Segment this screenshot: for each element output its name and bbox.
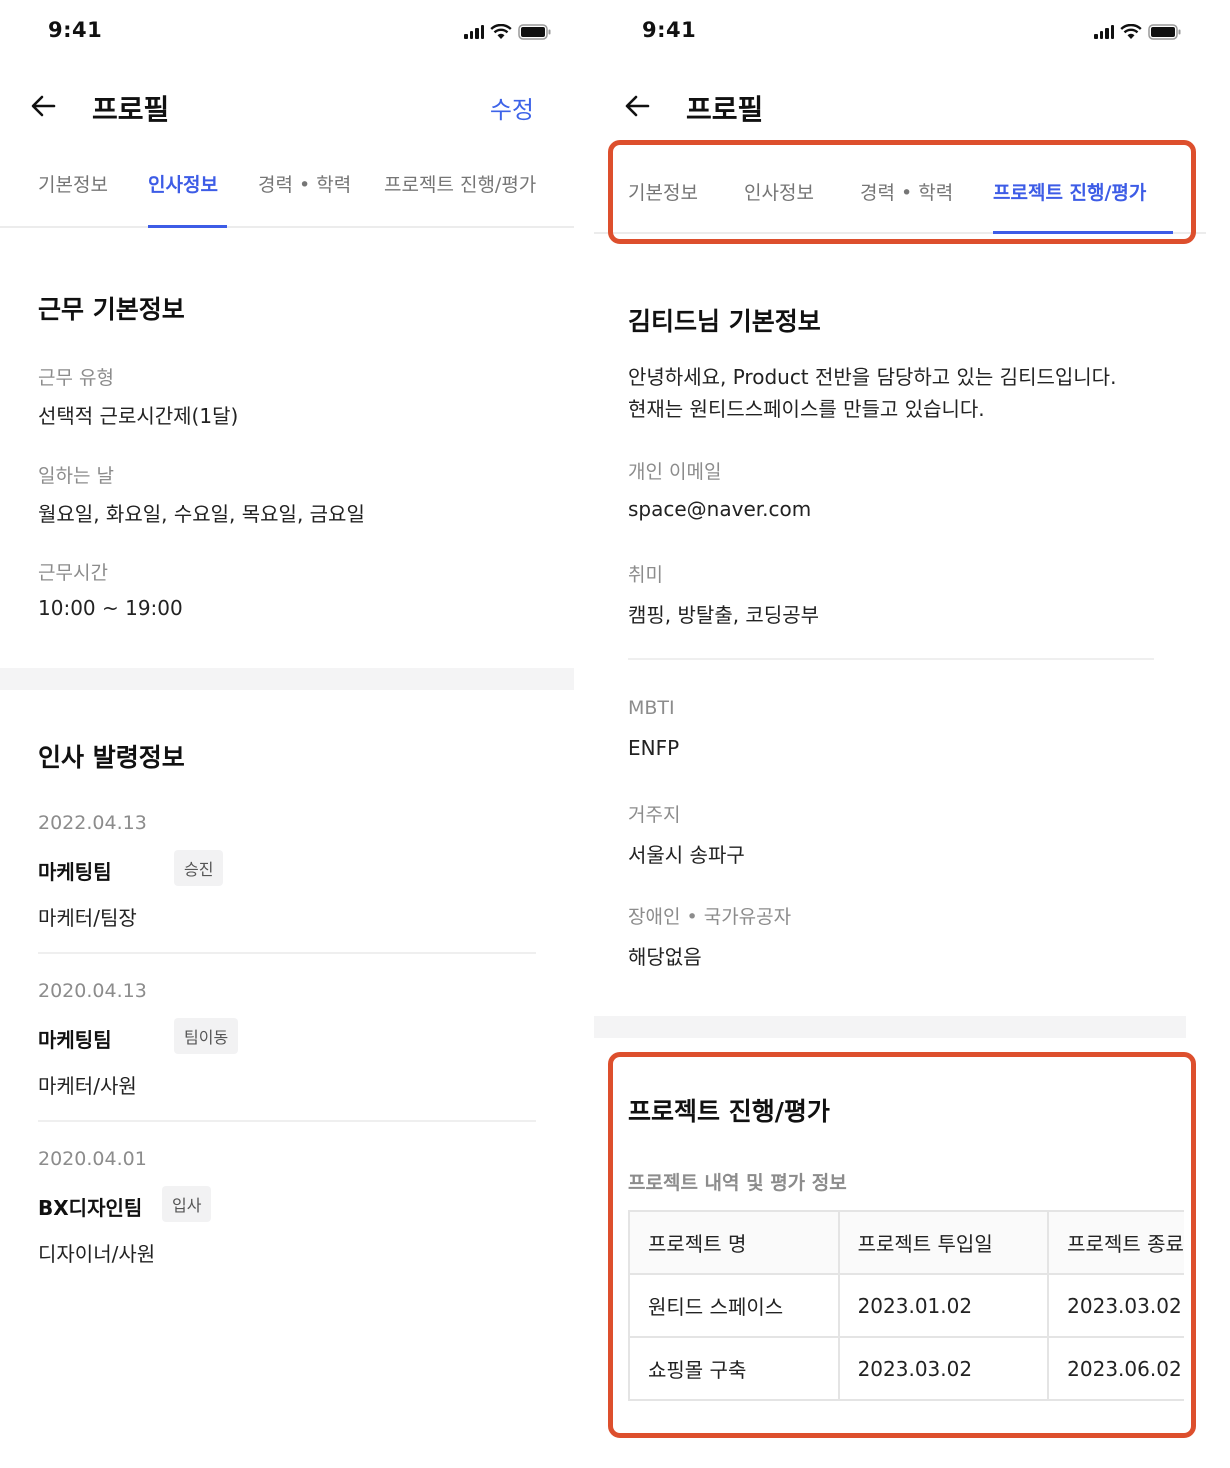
field-value: 캠핑, 방탈출, 코딩공부	[628, 603, 820, 627]
order-team: 마케팅팀	[38, 860, 112, 884]
right-screen: 9:41 프로필 기본정보 인사정보 경력 • 학력 프로젝트 진행/평가 김티…	[594, 0, 1206, 1468]
basic-info-title: 김티드님 기본정보	[628, 307, 821, 336]
intro-text: 현재는 원티드스페이스를 만들고 있습니다.	[628, 397, 985, 421]
tab-basic-info[interactable]: 기본정보	[38, 170, 108, 197]
field-value: space@naver.com	[628, 497, 812, 521]
order-team: 마케팅팀	[38, 1028, 112, 1052]
field-value: 해당없음	[628, 945, 702, 969]
back-arrow-icon[interactable]	[28, 90, 60, 122]
section-separator	[594, 1016, 1186, 1038]
project-highlight-box	[608, 1052, 1196, 1438]
field-label: 근무시간	[38, 562, 108, 584]
order-date: 2020.04.01	[38, 1148, 147, 1170]
field-value: 10:00 ~ 19:00	[38, 596, 183, 620]
field-label: MBTI	[628, 697, 675, 719]
list-divider	[38, 952, 536, 954]
order-role: 마케터/팀장	[38, 906, 137, 930]
tabs-highlight-box	[608, 140, 1196, 244]
status-badge: 입사	[162, 1186, 212, 1222]
status-time: 9:41	[642, 18, 697, 42]
wifi-icon	[1120, 24, 1142, 39]
tab-project-evaluation[interactable]: 프로젝트 진행/평가	[384, 170, 536, 197]
back-arrow-icon[interactable]	[622, 90, 654, 122]
order-team: BX디자인팀	[38, 1196, 143, 1220]
page-title: 프로필	[92, 93, 170, 126]
tab-career-education[interactable]: 경력 • 학력	[258, 170, 351, 197]
status-time: 9:41	[48, 18, 103, 42]
status-badge: 승진	[174, 850, 224, 886]
field-value: ENFP	[628, 736, 680, 760]
status-bar: 9:41	[594, 0, 1206, 64]
profile-tabs: 기본정보 인사정보 경력 • 학력 프로젝트 진행/평가	[0, 154, 574, 228]
signal-icon	[464, 25, 484, 39]
order-date: 2022.04.13	[38, 812, 147, 834]
page-title: 프로필	[686, 93, 764, 126]
list-divider	[38, 1120, 536, 1122]
edit-button[interactable]: 수정	[490, 90, 534, 125]
work-info-title: 근무 기본정보	[38, 295, 185, 324]
field-value: 월요일, 화요일, 수요일, 목요일, 금요일	[38, 502, 365, 526]
order-role: 디자이너/사원	[38, 1242, 156, 1266]
field-divider	[628, 658, 1154, 660]
field-value: 선택적 근로시간제(1달)	[38, 404, 239, 428]
field-label: 거주지	[628, 804, 681, 826]
field-label: 일하는 날	[38, 465, 114, 487]
field-value: 서울시 송파구	[628, 843, 745, 867]
status-badge: 팀이동	[174, 1018, 239, 1054]
wifi-icon	[490, 24, 512, 39]
order-date: 2020.04.13	[38, 980, 147, 1002]
app-header: 프로필 수정	[0, 64, 574, 154]
tab-hr-info[interactable]: 인사정보	[148, 170, 218, 197]
status-bar: 9:41	[0, 0, 574, 64]
battery-icon	[1148, 24, 1181, 40]
signal-icon	[1094, 25, 1114, 39]
intro-text: 안녕하세요, Product 전반을 담당하고 있는 김티드입니다.	[628, 365, 1117, 389]
left-screen: 9:41 프로필 수정 기본정보 인사정보 경력 • 학력 프로젝트 진행/평가…	[0, 0, 574, 1468]
battery-icon	[518, 24, 551, 40]
hr-orders-title: 인사 발령정보	[38, 743, 185, 772]
field-label: 취미	[628, 564, 663, 586]
section-separator	[0, 668, 574, 690]
active-tab-indicator	[148, 225, 227, 228]
order-role: 마케터/사원	[38, 1074, 137, 1098]
field-label: 근무 유형	[38, 367, 114, 389]
field-label: 장애인 • 국가유공자	[628, 906, 792, 928]
field-label: 개인 이메일	[628, 461, 722, 483]
